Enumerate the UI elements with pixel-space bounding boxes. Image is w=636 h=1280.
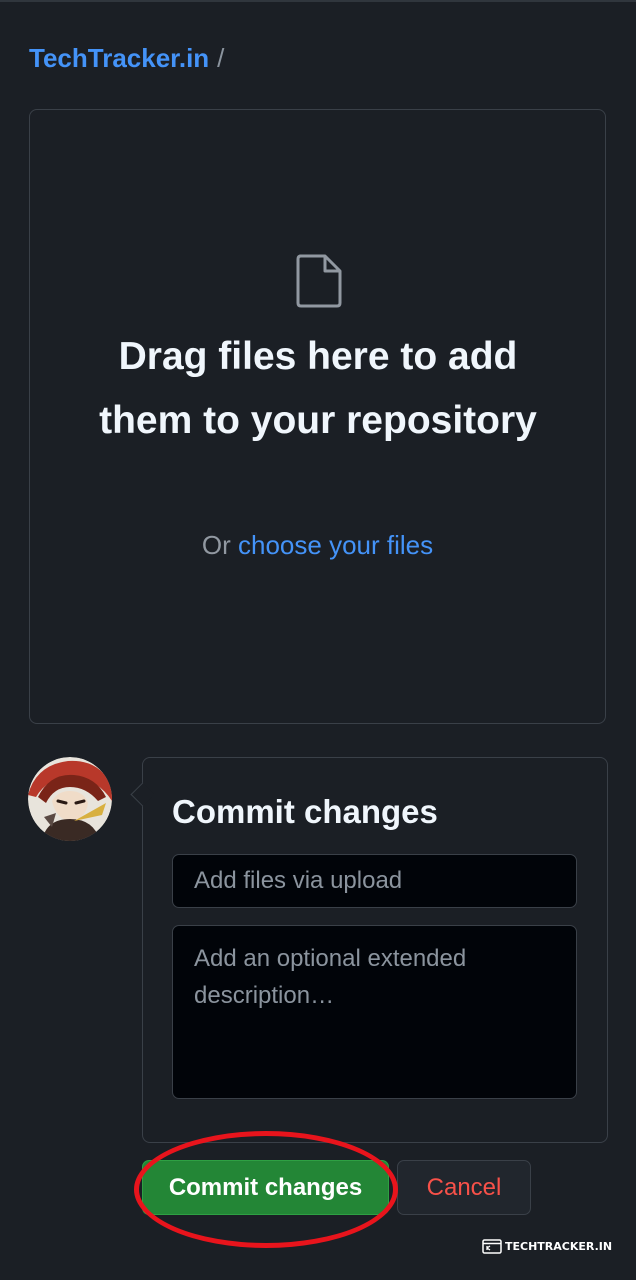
drop-zone-or-text: Or xyxy=(201,530,231,560)
avatar xyxy=(28,757,112,841)
watermark-logo-icon xyxy=(482,1238,502,1254)
breadcrumb-separator: / xyxy=(217,43,225,73)
choose-files-link[interactable]: choose your files xyxy=(238,530,433,560)
top-border xyxy=(0,0,636,2)
drop-zone-title: Drag files here to add them to your repo… xyxy=(99,335,537,442)
commit-summary-input[interactable] xyxy=(172,854,577,908)
commit-title: Commit changes xyxy=(172,793,438,830)
user-avatar-icon xyxy=(28,757,112,841)
breadcrumb: TechTracker.in / xyxy=(29,40,224,76)
repo-link[interactable]: TechTracker.in xyxy=(29,43,209,73)
drop-zone-subtitle: Or choose your files xyxy=(29,527,606,563)
cancel-button[interactable]: Cancel xyxy=(397,1160,531,1215)
watermark-text: TECHTRACKER.IN xyxy=(505,1239,613,1253)
commit-description-input[interactable] xyxy=(172,925,577,1099)
commit-changes-button[interactable]: Commit changes xyxy=(142,1160,389,1215)
file-icon xyxy=(296,254,342,308)
commit-panel-pointer xyxy=(130,782,155,807)
watermark: TECHTRACKER.IN xyxy=(482,1238,612,1254)
